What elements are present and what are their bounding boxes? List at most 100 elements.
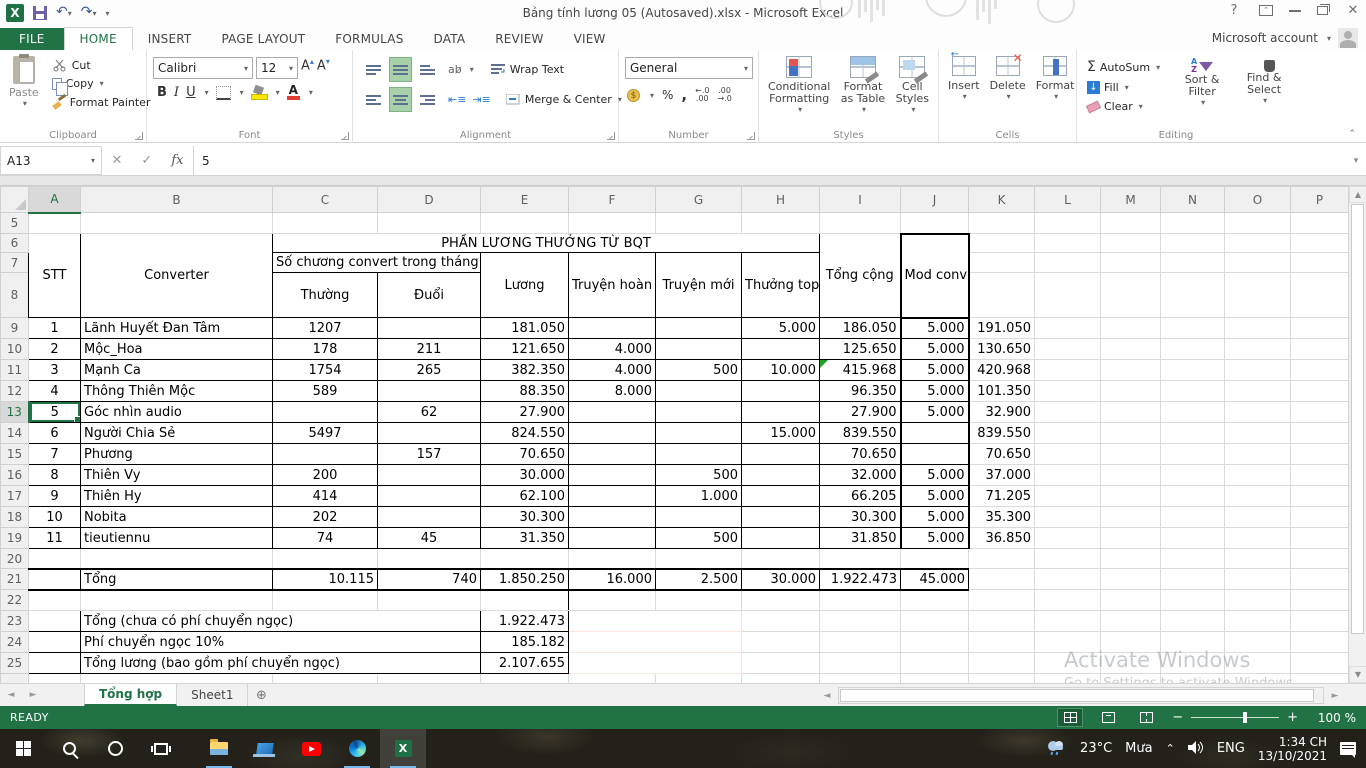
account-area[interactable]: Microsoft account ▾ bbox=[1212, 28, 1358, 48]
cell[interactable] bbox=[81, 213, 273, 234]
cell[interactable]: 121.650 bbox=[481, 339, 569, 360]
cell[interactable] bbox=[656, 213, 742, 234]
cell[interactable] bbox=[901, 674, 969, 684]
cell[interactable] bbox=[1101, 402, 1161, 423]
row-header[interactable]: 15 bbox=[1, 444, 29, 465]
cell[interactable] bbox=[1035, 590, 1101, 611]
cell[interactable] bbox=[1035, 465, 1101, 486]
zoom-slider[interactable]: − + bbox=[1172, 710, 1298, 725]
font-dialog-launcher-icon[interactable] bbox=[341, 132, 349, 140]
language-indicator[interactable]: ENG bbox=[1217, 741, 1245, 756]
show-hidden-icons-chevron[interactable]: ⌃ bbox=[1166, 742, 1175, 755]
cell[interactable]: 101.350 bbox=[969, 381, 1035, 402]
youtube-button[interactable] bbox=[288, 729, 334, 768]
cell[interactable]: 191.050 bbox=[969, 318, 1035, 339]
column-header-O[interactable]: O bbox=[1225, 187, 1291, 213]
cell[interactable]: 178 bbox=[273, 339, 378, 360]
cell[interactable] bbox=[569, 486, 656, 507]
cell[interactable]: 5.000 bbox=[901, 402, 969, 423]
cell[interactable] bbox=[1035, 318, 1101, 339]
weather-icon[interactable] bbox=[1045, 738, 1067, 760]
cell[interactable] bbox=[378, 486, 481, 507]
cell[interactable]: Người Chia Sẻ bbox=[81, 423, 273, 444]
cell[interactable]: Phương bbox=[81, 444, 273, 465]
tab-view[interactable]: VIEW bbox=[559, 28, 621, 50]
format-painter-button[interactable]: Format Painter bbox=[50, 94, 153, 110]
cell[interactable] bbox=[569, 611, 742, 632]
cell[interactable] bbox=[1101, 423, 1161, 444]
row-header[interactable]: 10 bbox=[1, 339, 29, 360]
cell[interactable] bbox=[29, 213, 81, 234]
speaker-icon[interactable] bbox=[1188, 741, 1204, 757]
totals-label-cell[interactable]: Tổng bbox=[81, 569, 273, 590]
cell[interactable] bbox=[742, 486, 820, 507]
row-header[interactable]: 18 bbox=[1, 507, 29, 528]
cell[interactable] bbox=[901, 423, 969, 444]
cell[interactable] bbox=[969, 569, 1035, 590]
zoom-out-icon[interactable]: − bbox=[1172, 710, 1183, 725]
cell[interactable] bbox=[1225, 528, 1291, 549]
cell[interactable] bbox=[1035, 381, 1101, 402]
conditional-formatting-button[interactable]: Conditional Formatting▾ bbox=[763, 54, 835, 127]
cell[interactable] bbox=[1101, 339, 1161, 360]
header-cell-bqt[interactable]: PHẦN LƯƠNG THƯỞNG TỪ BQT bbox=[273, 234, 820, 253]
cell[interactable]: 420.968 bbox=[969, 360, 1035, 381]
cell[interactable] bbox=[1291, 528, 1349, 549]
cell[interactable] bbox=[29, 549, 81, 569]
accounting-format-icon[interactable]: $ bbox=[627, 89, 640, 102]
cell[interactable] bbox=[569, 632, 742, 653]
cell[interactable] bbox=[969, 234, 1035, 253]
cell[interactable] bbox=[1291, 381, 1349, 402]
cell[interactable]: tieutiennu bbox=[81, 528, 273, 549]
cell[interactable]: Mạnh Ca bbox=[81, 360, 273, 381]
cell[interactable]: 5.000 bbox=[742, 318, 820, 339]
cell[interactable]: 157 bbox=[378, 444, 481, 465]
font-color-icon[interactable]: A bbox=[287, 85, 300, 100]
cell[interactable] bbox=[273, 674, 378, 684]
header-cell-top-cv[interactable]: Thưởng top CV bbox=[742, 253, 820, 318]
column-header-I[interactable]: I bbox=[820, 187, 901, 213]
cell[interactable]: 8.000 bbox=[569, 381, 656, 402]
row-header[interactable]: 25 bbox=[1, 653, 29, 674]
cell[interactable]: 96.350 bbox=[820, 381, 901, 402]
cell[interactable] bbox=[1291, 213, 1349, 234]
cell[interactable] bbox=[742, 632, 820, 653]
cell[interactable] bbox=[1101, 465, 1161, 486]
cell[interactable] bbox=[1161, 360, 1225, 381]
cortana-button[interactable] bbox=[92, 729, 138, 768]
cell[interactable] bbox=[1035, 507, 1101, 528]
edge-button[interactable] bbox=[334, 729, 380, 768]
cell[interactable] bbox=[1225, 632, 1291, 653]
cell[interactable] bbox=[569, 674, 656, 684]
row-header[interactable]: 8 bbox=[1, 273, 29, 318]
cell[interactable] bbox=[1101, 528, 1161, 549]
cell[interactable]: 839.550 bbox=[820, 423, 901, 444]
cell[interactable] bbox=[569, 528, 656, 549]
weather-label[interactable]: Mưa bbox=[1125, 741, 1152, 756]
find-select-button[interactable]: Find & Select▾ bbox=[1238, 56, 1290, 127]
paste-button[interactable]: Paste▾ bbox=[4, 54, 44, 127]
cell[interactable] bbox=[742, 465, 820, 486]
cell[interactable] bbox=[378, 507, 481, 528]
cell[interactable] bbox=[1101, 549, 1161, 569]
cell[interactable] bbox=[901, 549, 969, 569]
cell[interactable] bbox=[820, 632, 901, 653]
cell[interactable] bbox=[378, 674, 481, 684]
cut-button[interactable]: Cut bbox=[50, 57, 153, 73]
cell[interactable] bbox=[1225, 569, 1291, 590]
cell[interactable] bbox=[656, 674, 742, 684]
zoom-thumb[interactable] bbox=[1243, 712, 1247, 723]
cell[interactable] bbox=[273, 444, 378, 465]
column-header-G[interactable]: G bbox=[656, 187, 742, 213]
row-header[interactable]: 20 bbox=[1, 549, 29, 569]
number-dialog-launcher-icon[interactable] bbox=[747, 132, 755, 140]
header-cell-so-chuong[interactable]: Số chương convert trong tháng bbox=[273, 253, 481, 273]
cell[interactable]: Mộc_Hoa bbox=[81, 339, 273, 360]
cell[interactable]: 70.650 bbox=[481, 444, 569, 465]
page-break-view-button[interactable] bbox=[1134, 709, 1158, 726]
cell[interactable] bbox=[1035, 234, 1101, 253]
cell[interactable]: 10.000 bbox=[742, 360, 820, 381]
cell[interactable] bbox=[1225, 653, 1291, 674]
cell[interactable] bbox=[820, 213, 901, 234]
cell[interactable]: 3 bbox=[29, 360, 81, 381]
